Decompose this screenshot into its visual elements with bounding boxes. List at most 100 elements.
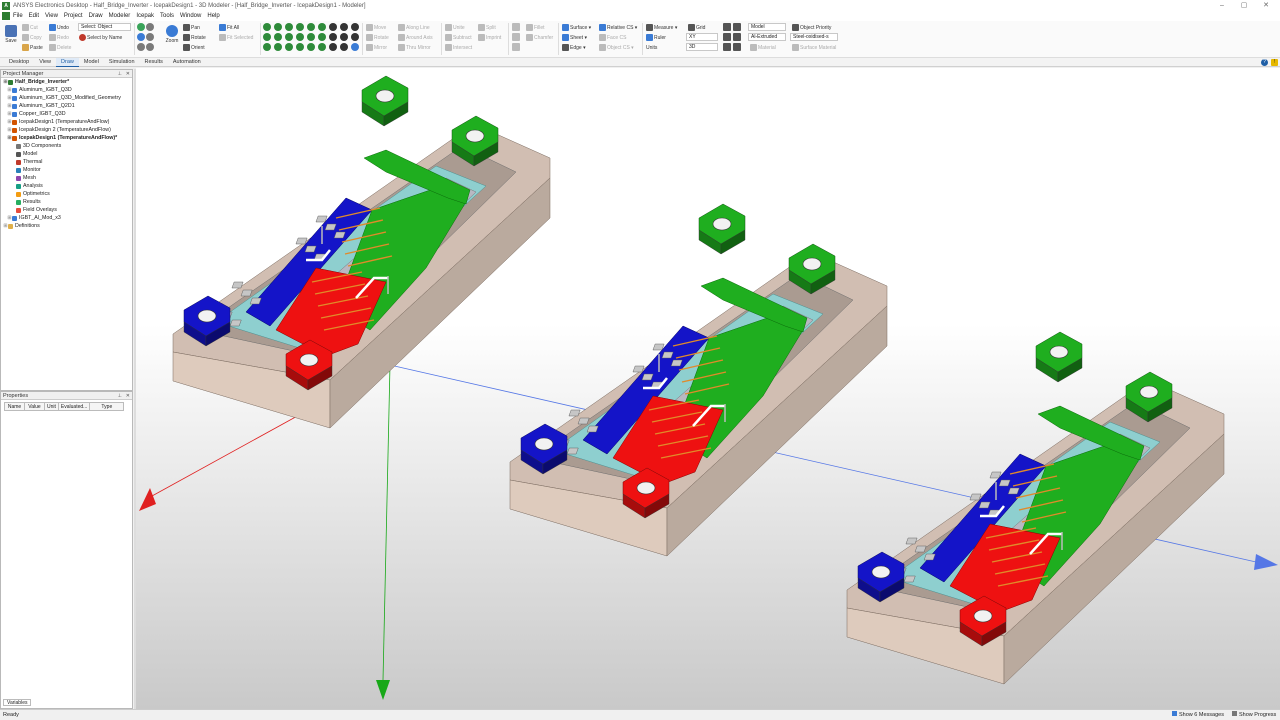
point-icon[interactable] xyxy=(329,33,337,41)
show-progress-button[interactable]: Show Progress xyxy=(1232,710,1276,720)
cone-icon[interactable] xyxy=(285,33,293,41)
column-unit[interactable]: Unit xyxy=(44,402,59,411)
angle-arc-icon[interactable] xyxy=(340,43,348,51)
grid-plane-dropdown[interactable]: XY xyxy=(686,33,718,41)
relative-cs-button[interactable]: Relative CS ▾ xyxy=(599,23,637,32)
terminal-dc-minus-hole[interactable] xyxy=(1139,385,1159,399)
view-tool-icon[interactable] xyxy=(146,43,154,51)
circle-icon[interactable] xyxy=(307,23,315,31)
igbt-die[interactable] xyxy=(989,471,1002,479)
igbt-die[interactable] xyxy=(1007,487,1020,495)
tree-item[interactable]: Analysis xyxy=(1,182,132,190)
view-tool-icon[interactable] xyxy=(146,23,154,31)
tree-item[interactable]: ⊞ IcepakDesign1 (TemperatureAndFlow) xyxy=(1,118,132,126)
column-value[interactable]: Value xyxy=(24,402,45,411)
close-icon[interactable]: ✕ xyxy=(1256,0,1276,11)
tree-item[interactable]: ⊞ IGBT_Al_Mod_x3 xyxy=(1,214,132,222)
ruler-button[interactable]: Ruler xyxy=(646,33,666,42)
igbt-die[interactable] xyxy=(240,289,253,297)
menu-project[interactable]: Project xyxy=(64,13,83,19)
menu-draw[interactable]: Draw xyxy=(89,13,103,19)
chamfer-button[interactable]: Chamfer xyxy=(526,33,553,42)
igbt-die[interactable] xyxy=(568,409,581,417)
face-icon[interactable] xyxy=(318,33,326,41)
close-icon[interactable]: ✕ xyxy=(126,392,130,400)
ellipse-icon[interactable] xyxy=(296,23,304,31)
y-axis-arrow[interactable] xyxy=(376,680,390,700)
view-tool-icon[interactable] xyxy=(137,43,145,51)
material-button[interactable]: Material xyxy=(750,43,776,52)
view-tool-icon[interactable] xyxy=(137,33,145,41)
igbt-die[interactable] xyxy=(905,537,918,545)
face-cs-button[interactable]: Face CS xyxy=(599,33,626,42)
terminal-dc-plus[interactable] xyxy=(361,75,409,127)
menu-modeler[interactable]: Modeler xyxy=(109,13,131,19)
snap-icon[interactable] xyxy=(723,23,731,31)
duplicate-around-axis-button[interactable]: Around Axis xyxy=(398,33,433,42)
tab-model[interactable]: Model xyxy=(79,58,104,67)
select-by-name-button[interactable]: Select by Name xyxy=(79,33,122,42)
tree-item[interactable]: ⊞ Half_Bridge_Inverter* xyxy=(1,78,132,86)
igbt-die[interactable] xyxy=(969,493,982,501)
torus-icon[interactable] xyxy=(274,33,282,41)
tab-automation[interactable]: Automation xyxy=(168,58,206,67)
menu-window[interactable]: Window xyxy=(180,13,201,19)
igbt-die[interactable] xyxy=(315,215,328,223)
igbt-die[interactable] xyxy=(914,545,927,553)
measure-button[interactable]: Measure ▾ xyxy=(646,23,677,32)
edge-menu-button[interactable]: Edge ▾ xyxy=(562,43,586,52)
igbt-module[interactable] xyxy=(509,203,888,557)
snap-icon[interactable] xyxy=(733,43,741,51)
variables-tab[interactable]: Variables xyxy=(3,699,32,706)
igbt-die[interactable] xyxy=(333,231,346,239)
minimize-icon[interactable]: – xyxy=(1212,0,1232,11)
tree-item[interactable]: ⊞ Aluminum_IGBT_Q3D_Modified_Geometry xyxy=(1,94,132,102)
bondwire-icon[interactable] xyxy=(296,43,304,51)
fillet-button[interactable]: Fillet xyxy=(526,23,545,32)
igbt-die[interactable] xyxy=(998,479,1011,487)
terminal-dc-minus-hole[interactable] xyxy=(802,257,822,271)
igbt-die[interactable] xyxy=(641,373,654,381)
terminal-dc-minus-hole[interactable] xyxy=(465,129,485,143)
igbt-die[interactable] xyxy=(923,553,936,561)
terminal-dc-plus[interactable] xyxy=(1035,331,1083,383)
tree-item[interactable]: Optimetrics xyxy=(1,190,132,198)
prism-icon[interactable] xyxy=(263,43,271,51)
duplicate-along-line-button[interactable]: Along Line xyxy=(398,23,430,32)
3d-viewport[interactable] xyxy=(136,68,1280,709)
show-messages-button[interactable]: Show 6 Messages xyxy=(1172,710,1224,720)
tree-item[interactable]: Field Overlays xyxy=(1,206,132,214)
tab-simulation[interactable]: Simulation xyxy=(104,58,140,67)
snap-icon[interactable] xyxy=(733,23,741,31)
rotate-object-button[interactable]: Rotate xyxy=(366,33,389,42)
model-dropdown[interactable]: Model xyxy=(748,23,786,31)
igbt-die[interactable] xyxy=(670,359,683,367)
terminal-phase-blue-hole[interactable] xyxy=(197,309,217,323)
rotate-view-button[interactable]: Rotate xyxy=(183,33,206,42)
misc-tool-icon[interactable] xyxy=(512,43,520,51)
tree-item[interactable]: Model xyxy=(1,150,132,158)
pin-icon[interactable]: ⊥ xyxy=(118,70,122,78)
igbt-die[interactable] xyxy=(231,281,244,289)
tree-item[interactable]: ⊞ Aluminum_IGBT_Q2D1 xyxy=(1,102,132,110)
column-evaluated[interactable]: Evaluated... xyxy=(57,402,91,411)
terminal-dc-plus-hole[interactable] xyxy=(375,89,395,103)
app-menu-icon[interactable] xyxy=(2,12,10,20)
redo-button[interactable]: Redo xyxy=(49,33,69,42)
zoom-button[interactable]: Zoom xyxy=(164,25,180,44)
line-icon[interactable] xyxy=(329,23,337,31)
cut-button[interactable]: Cut xyxy=(22,23,38,32)
sweep-icon[interactable] xyxy=(307,43,315,51)
help-icon[interactable]: ? xyxy=(1261,59,1268,66)
menu-tools[interactable]: Tools xyxy=(160,13,174,19)
menu-file[interactable]: File xyxy=(13,13,23,19)
igbt-die[interactable] xyxy=(249,297,262,305)
equation-curve-icon[interactable] xyxy=(340,33,348,41)
tree-item[interactable]: ⊞ Definitions xyxy=(1,222,132,230)
y-axis-line[interactable] xyxy=(382,364,391,681)
menu-icepak[interactable]: Icepak xyxy=(136,13,154,19)
z-axis-arrow[interactable] xyxy=(139,488,156,511)
tree-item[interactable]: Thermal xyxy=(1,158,132,166)
maximize-icon[interactable]: ▢ xyxy=(1234,0,1254,11)
terminal-phase-red-hole[interactable] xyxy=(973,609,993,623)
